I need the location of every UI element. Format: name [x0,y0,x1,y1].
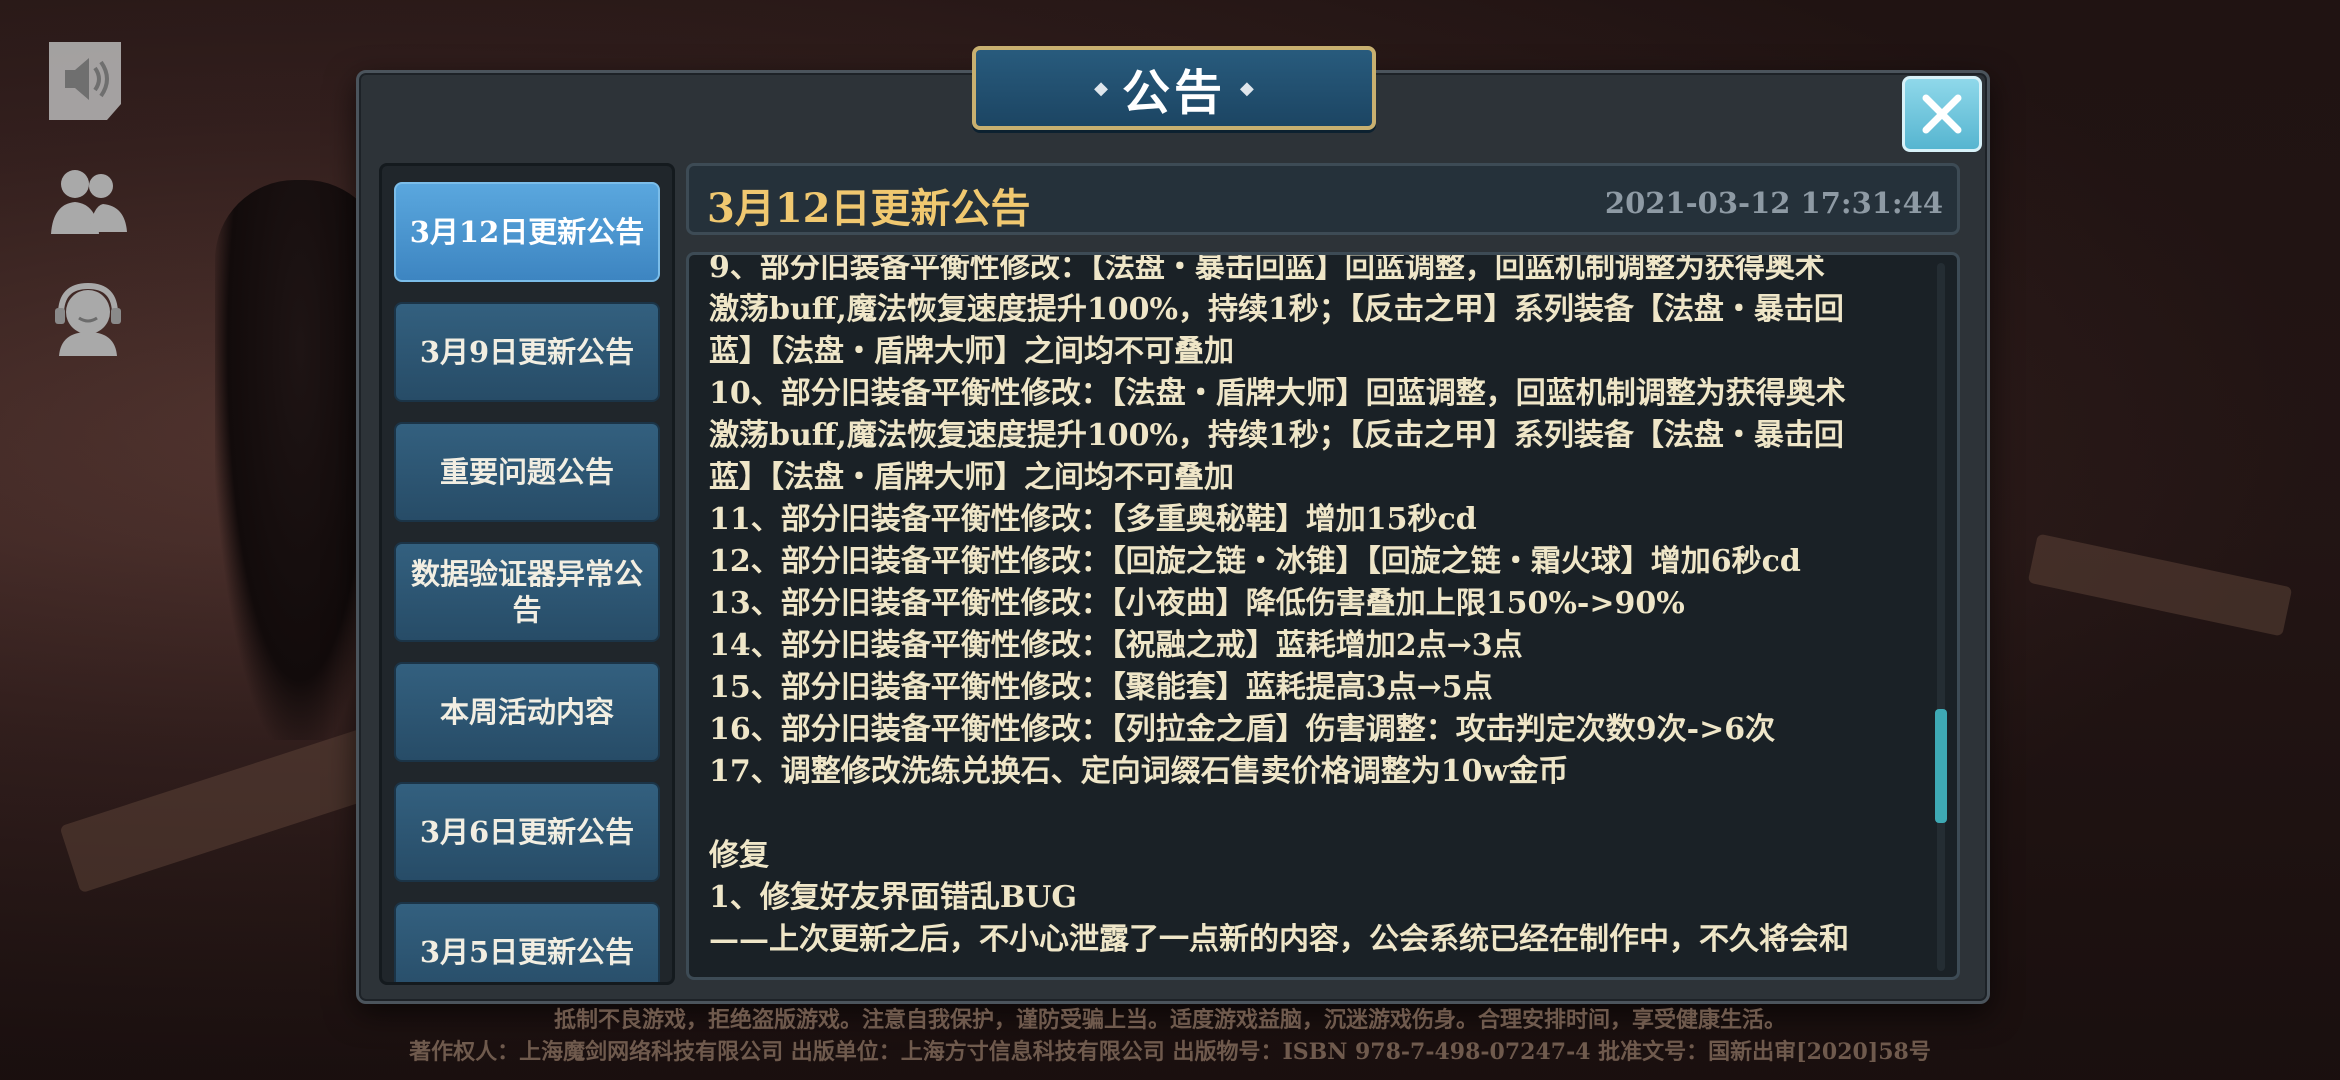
content-line: 9、部分旧装备平衡性修改：【法盘・暴击回蓝】回蓝调整，回蓝机制调整为获得奥术 [709,252,1825,285]
content-line: 16、部分旧装备平衡性修改：【列拉金之盾】伤害调整：攻击判定次数9次->6次 [709,712,1776,747]
title-decoration-icon: ◆ [1094,77,1108,99]
scrollbar-thumb[interactable] [1935,708,1947,823]
content-timestamp: 2021-03-12 17:31:44 [1604,186,1943,220]
content-line: 激荡buff,魔法恢复速度提升100%，持续1秒；【反击之甲】系列装备【法盘・暴… [709,418,1844,453]
tab-0305-update[interactable]: 3月5日更新公告 [394,902,660,982]
friends-icon [51,170,127,234]
footer-health-notice: 抵制不良游戏，拒绝盗版游戏。注意自我保护，谨防受骗上当。适度游戏益脑，沉迷游戏伤… [553,1007,1786,1033]
content-text: 9、部分旧装备平衡性修改：【法盘・暴击回蓝】回蓝调整，回蓝机制调整为获得奥术 激… [709,255,1917,961]
friends-button[interactable] [45,158,131,244]
tab-0312-update[interactable]: 3月12日更新公告 [394,182,660,282]
content-blank-line [709,793,1917,835]
tab-0309-update[interactable]: 3月9日更新公告 [394,302,660,402]
tab-0306-update[interactable]: 3月6日更新公告 [394,782,660,882]
footer-publisher-info: 著作权人：上海魔剑网络科技有限公司 出版单位：上海方寸信息科技有限公司 出版物号… [409,1039,1931,1065]
content-line: 1、修复好友界面错乱BUG [709,880,1078,915]
content-scroll-area[interactable]: 9、部分旧装备平衡性修改：【法盘・暴击回蓝】回蓝调整，回蓝机制调整为获得奥术 激… [686,252,1960,980]
tab-weekly-events[interactable]: 本周活动内容 [394,662,660,762]
content-line: 12、部分旧装备平衡性修改：【回旋之链・冰锥】【回旋之链・霜火球】增加6秒cd [709,544,1801,579]
content-section-heading: 修复 [709,838,769,873]
content-line: 11、部分旧装备平衡性修改：【多重奥秘鞋】增加15秒cd [709,502,1477,537]
close-button[interactable] [1902,76,1982,152]
content-line: 蓝】【法盘・盾牌大师】之间均不可叠加 [709,334,1234,369]
content-line: 10、部分旧装备平衡性修改：【法盘・盾牌大师】回蓝调整，回蓝机制调整为获得奥术 [709,376,1846,411]
panel-title: 公告 [1121,65,1226,121]
close-icon [1922,94,1962,134]
support-button[interactable] [45,276,131,362]
content-line: ——上次更新之后，不小心泄露了一点新的内容，公会系统已经在制作中，不久将会和 [709,922,1849,957]
content-line: 13、部分旧装备平衡性修改：【小夜曲】降低伤害叠加上限150%->90% [709,586,1685,621]
content-line: 14、部分旧装备平衡性修改：【祝融之戒】蓝耗增加2点→3点 [709,628,1523,663]
panel-title-plate: ◆ 公告 ◆ [972,46,1376,130]
title-decoration-icon: ◆ [1240,77,1254,99]
announcement-tab-list: 3月12日更新公告 3月9日更新公告 重要问题公告 数据验证器异常公告 本周活动… [379,163,675,985]
speaker-icon [49,42,121,120]
content-header: 3月12日更新公告 2021-03-12 17:31:44 [686,163,1960,235]
content-line: 蓝】【法盘・盾牌大师】之间均不可叠加 [709,460,1234,495]
tab-important-issue[interactable]: 重要问题公告 [394,422,660,522]
content-line: 17、调整修改洗练兑换石、定向词缀石售卖价格调整为10w金币 [709,754,1569,789]
support-icon [55,282,121,356]
content-line: 15、部分旧装备平衡性修改：【聚能套】蓝耗提高3点→5点 [709,670,1493,705]
content-line: 激荡buff,魔法恢复速度提升100%，持续1秒；【反击之甲】系列装备【法盘・暴… [709,292,1844,327]
content-title: 3月12日更新公告 [707,185,1031,232]
tab-data-validator[interactable]: 数据验证器异常公告 [394,542,660,642]
speaker-button[interactable] [45,38,131,124]
scrollbar-track[interactable] [1937,263,1945,971]
